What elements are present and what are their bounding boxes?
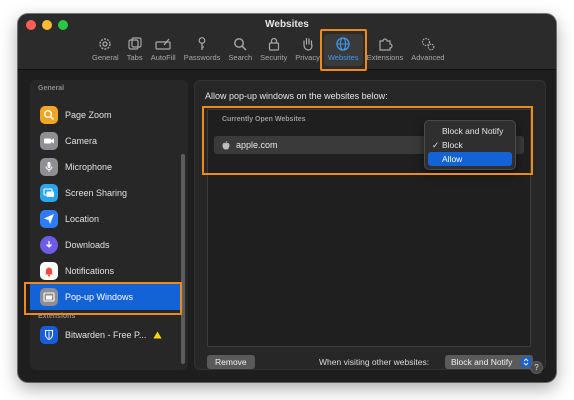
sidebar-item-popup-windows[interactable]: Pop-up Windows [30,284,180,310]
lock-icon [268,37,279,51]
tab-autofill-label: AutoFill [150,53,176,62]
tab-websites[interactable]: Websites [319,29,367,71]
menu-item-allow[interactable]: Allow [428,152,512,166]
screen-sharing-icon [40,184,58,202]
camera-icon [40,132,58,150]
tab-advanced-label: Advanced [411,53,445,62]
globe-icon [336,37,350,51]
sidebar-item-label: Notifications [65,266,115,276]
sidebar-item-downloads[interactable]: Downloads [30,232,180,258]
sidebar-item-label: Bitwarden - Free P... [65,330,147,340]
sidebar-item-location[interactable]: Location [30,206,180,232]
sidebar-heading-extensions: Extensions [38,313,76,320]
tab-privacy[interactable]: Privacy [291,34,324,66]
website-name: apple.com [236,140,278,150]
tab-tabs[interactable]: Tabs [123,34,147,66]
website-setting-dropdown-menu: Block and Notify ✓ Block Allow [424,120,516,170]
tab-general-label: General [92,53,119,62]
content-panel: Allow pop-up windows on the websites bel… [194,80,546,370]
warning-icon [153,331,162,339]
preferences-window: Websites General Tabs AutoFill Passwords… [18,14,556,382]
apple-logo-icon [222,140,230,150]
sidebar-scrollbar[interactable] [181,154,185,364]
gears-icon [421,37,435,51]
sidebar-item-page-zoom[interactable]: Page Zoom [30,102,180,128]
sidebar-item-label: Location [65,214,100,224]
checkmark-icon: ✓ [432,139,440,150]
gear-icon [99,38,112,50]
tab-extensions[interactable]: Extensions [363,34,408,66]
table-heading: Currently Open Websites [222,116,306,123]
sidebar-item-label: Microphone [65,162,113,172]
other-websites-label: When visiting other websites: [319,357,430,367]
sidebar-item-screen-sharing[interactable]: Screen Sharing [30,180,180,206]
tab-tabs-label: Tabs [126,53,143,62]
autofill-icon [155,38,171,50]
tab-search[interactable]: Search [224,34,256,66]
title-bar: Websites General Tabs AutoFill Passwords… [18,14,556,71]
sidebar-item-label: Downloads [65,240,110,250]
tab-websites-label: Websites [327,53,359,62]
help-button[interactable]: ? [530,361,543,374]
tab-extensions-label: Extensions [366,53,404,62]
tab-security-label: Security [260,53,288,62]
sidebar: General Page Zoom Camera Microphone Scre… [30,80,188,370]
search-icon [234,38,247,51]
other-websites-value: Block and Notify [451,357,513,367]
menu-item-block[interactable]: ✓ Block [428,138,512,152]
downloads-icon [40,236,58,254]
location-icon [40,210,58,228]
sidebar-item-bitwarden[interactable]: Bitwarden - Free P... [30,322,180,348]
sidebar-item-label: Camera [65,136,98,146]
sidebar-item-camera[interactable]: Camera [30,128,180,154]
content-title: Allow pop-up windows on the websites bel… [205,91,388,101]
tab-autofill[interactable]: AutoFill [147,34,180,66]
notifications-icon [40,262,58,280]
tab-search-label: Search [228,53,253,62]
puzzle-icon [379,38,393,51]
tab-passwords-label: Passwords [183,53,221,62]
tab-security[interactable]: Security [256,34,291,66]
sidebar-item-label: Pop-up Windows [65,292,134,302]
popup-windows-icon [40,288,58,306]
tab-privacy-label: Privacy [295,53,320,62]
sidebar-item-microphone[interactable]: Microphone [30,154,180,180]
sidebar-item-notifications[interactable]: Notifications [30,258,180,284]
websites-table: Currently Open Websites apple.com Block … [207,109,531,347]
remove-button[interactable]: Remove [207,355,255,369]
tabs-icon [128,37,142,50]
tab-advanced[interactable]: Advanced [407,34,448,66]
tab-passwords[interactable]: Passwords [180,34,225,66]
preferences-toolbar: General Tabs AutoFill Passwords Search S… [88,29,449,71]
bitwarden-icon [40,326,58,344]
microphone-icon [40,158,58,176]
window-title: Websites [265,19,309,30]
sidebar-heading-general: General [38,85,65,92]
hand-icon [302,37,313,51]
sidebar-item-label: Page Zoom [65,110,112,120]
other-websites-select[interactable]: Block and Notify [445,355,533,369]
tab-general[interactable]: General [88,34,123,66]
zoom-icon [40,106,58,124]
sidebar-item-label: Screen Sharing [65,188,128,198]
menu-item-block-and-notify[interactable]: Block and Notify [428,124,512,138]
key-icon [198,37,206,50]
